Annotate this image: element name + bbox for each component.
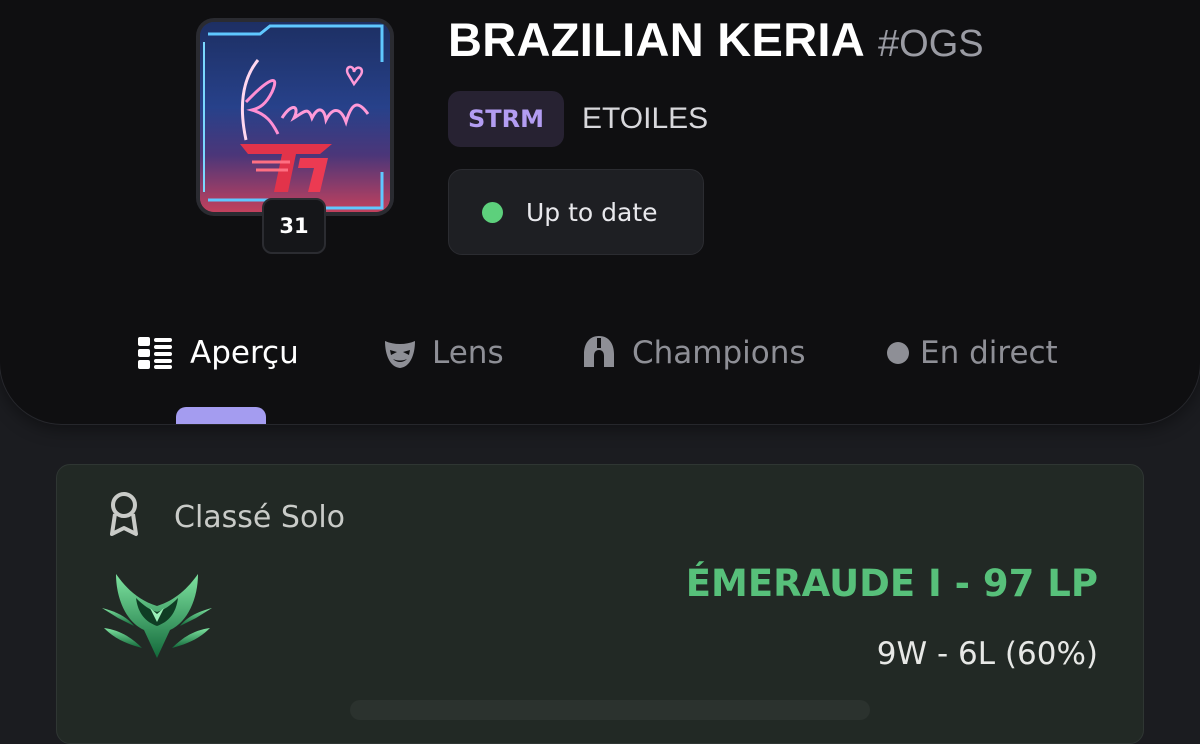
mask-icon bbox=[382, 335, 418, 371]
profile-tabs: Aperçu Lens Champions En direct bbox=[0, 318, 1200, 388]
tab-en-direct[interactable]: En direct bbox=[886, 318, 1058, 388]
emerald-emblem-icon bbox=[98, 568, 216, 668]
tab-champions[interactable]: Champions bbox=[580, 318, 806, 388]
tab-apercu[interactable]: Aperçu bbox=[136, 318, 299, 388]
tab-lens[interactable]: Lens bbox=[382, 318, 504, 388]
tab-label: Lens bbox=[432, 335, 504, 371]
status-label: Up to date bbox=[526, 197, 658, 227]
card-inner-panel-edge bbox=[350, 700, 870, 720]
tab-label: Aperçu bbox=[190, 335, 299, 371]
overview-grid-icon bbox=[136, 334, 176, 372]
rank-tier-lp: ÉMERAUDE I - 97 LP bbox=[685, 562, 1098, 605]
ribbon-award-icon bbox=[104, 490, 144, 544]
summoner-level-badge: 31 bbox=[262, 198, 326, 254]
ranked-card-header: Classé Solo bbox=[104, 490, 345, 544]
profile-header: 31 BRAZILIAN KERIA #OGS STRM ETOILES Up … bbox=[0, 0, 1200, 424]
summoner-tag: #OGS bbox=[878, 23, 984, 65]
summoner-name: BRAZILIAN KERIA #OGS bbox=[448, 12, 984, 70]
tab-label: En direct bbox=[920, 335, 1058, 371]
profile-icon-frame bbox=[196, 18, 394, 216]
update-status-button[interactable]: Up to date bbox=[448, 169, 704, 255]
win-loss-record: 9W - 6L (60%) bbox=[876, 636, 1098, 672]
queue-label: Classé Solo bbox=[174, 499, 346, 535]
helmet-icon bbox=[580, 334, 618, 372]
active-tab-indicator bbox=[176, 407, 266, 424]
live-dot-icon bbox=[886, 341, 910, 365]
team-tag-chip[interactable]: STRM bbox=[448, 91, 564, 147]
keria-t1-signature-icon bbox=[200, 22, 390, 212]
tab-label: Champions bbox=[632, 335, 806, 371]
summoner-name-text: BRAZILIAN KERIA bbox=[448, 13, 866, 66]
team-name[interactable]: ETOILES bbox=[582, 102, 708, 136]
status-dot-icon bbox=[482, 201, 503, 223]
